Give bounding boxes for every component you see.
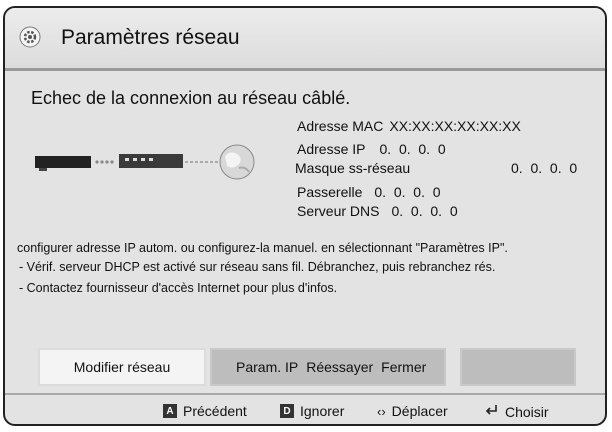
mac-label: Adresse MAC: [297, 118, 384, 134]
ip-settings-button[interactable]: Param. IP: [236, 359, 298, 375]
footer-move: ‹› Déplacer: [377, 403, 448, 419]
help-message-3: - Contactez fournisseur d'accès Internet…: [19, 281, 338, 295]
footer-enter[interactable]: Choisir: [485, 403, 549, 420]
player-device-icon: [35, 156, 91, 171]
gateway-value: 0. 0. 0. 0: [374, 184, 441, 200]
help-message-1: configurer adresse IP autom. ou configur…: [17, 241, 508, 255]
d-key-icon: D: [280, 404, 294, 418]
back-label: Précédent: [183, 403, 247, 419]
enter-icon: [485, 403, 499, 420]
mac-value: XX:XX:XX:XX:XX:XX: [389, 118, 521, 134]
router-icon: [119, 154, 183, 168]
modify-network-label: Modifier réseau: [73, 359, 171, 375]
ip-value: 0. 0. 0. 0: [379, 141, 446, 157]
mac-address-row: Adresse MAC XX:XX:XX:XX:XX:XX: [297, 118, 521, 134]
retry-button[interactable]: Réessayer: [306, 359, 373, 375]
arrows-icon: ‹›: [377, 403, 386, 419]
page-title: Paramètres réseau: [61, 26, 240, 49]
empty-button-slot: [460, 348, 576, 386]
mask-value: 0. 0. 0. 0: [511, 160, 578, 176]
internet-globe-icon: [219, 144, 255, 180]
enter-label: Choisir: [505, 403, 549, 420]
dns-row: Serveur DNS 0. 0. 0. 0: [297, 203, 458, 219]
network-diagram: [35, 144, 255, 180]
a-key-icon: A: [163, 404, 177, 418]
skip-label: Ignorer: [300, 403, 345, 419]
action-buttons-group: Param. IP Réessayer Fermer: [210, 348, 446, 386]
network-settings-dialog: Paramètres réseau Echec de la connexion …: [3, 6, 607, 426]
gateway-label: Passerelle: [297, 184, 363, 200]
close-button[interactable]: Fermer: [381, 359, 426, 375]
dns-value: 0. 0. 0. 0: [391, 203, 458, 219]
dns-label: Serveur DNS: [297, 203, 380, 219]
move-label: Déplacer: [391, 403, 448, 419]
mask-label: Masque ss-réseau: [295, 160, 411, 176]
modify-network-button[interactable]: Modifier réseau: [38, 348, 206, 386]
footer-skip[interactable]: D Ignorer: [280, 403, 344, 419]
help-message-2: - Vérif. serveur DHCP est activé sur rés…: [19, 260, 496, 274]
link-dots-icon: [95, 160, 114, 164]
gateway-row: Passerelle 0. 0. 0. 0: [297, 184, 441, 200]
footer-divider: [5, 393, 605, 395]
ip-label: Adresse IP: [297, 141, 366, 157]
connection-error-headline: Echec de la connexion au réseau câblé.: [31, 88, 351, 108]
settings-gear-icon: [19, 26, 41, 48]
ip-address-row: Adresse IP 0. 0. 0. 0: [297, 141, 446, 157]
footer-back[interactable]: A Précédent: [163, 403, 247, 419]
title-divider: [5, 68, 605, 71]
title-bar: Paramètres réseau: [5, 8, 605, 68]
